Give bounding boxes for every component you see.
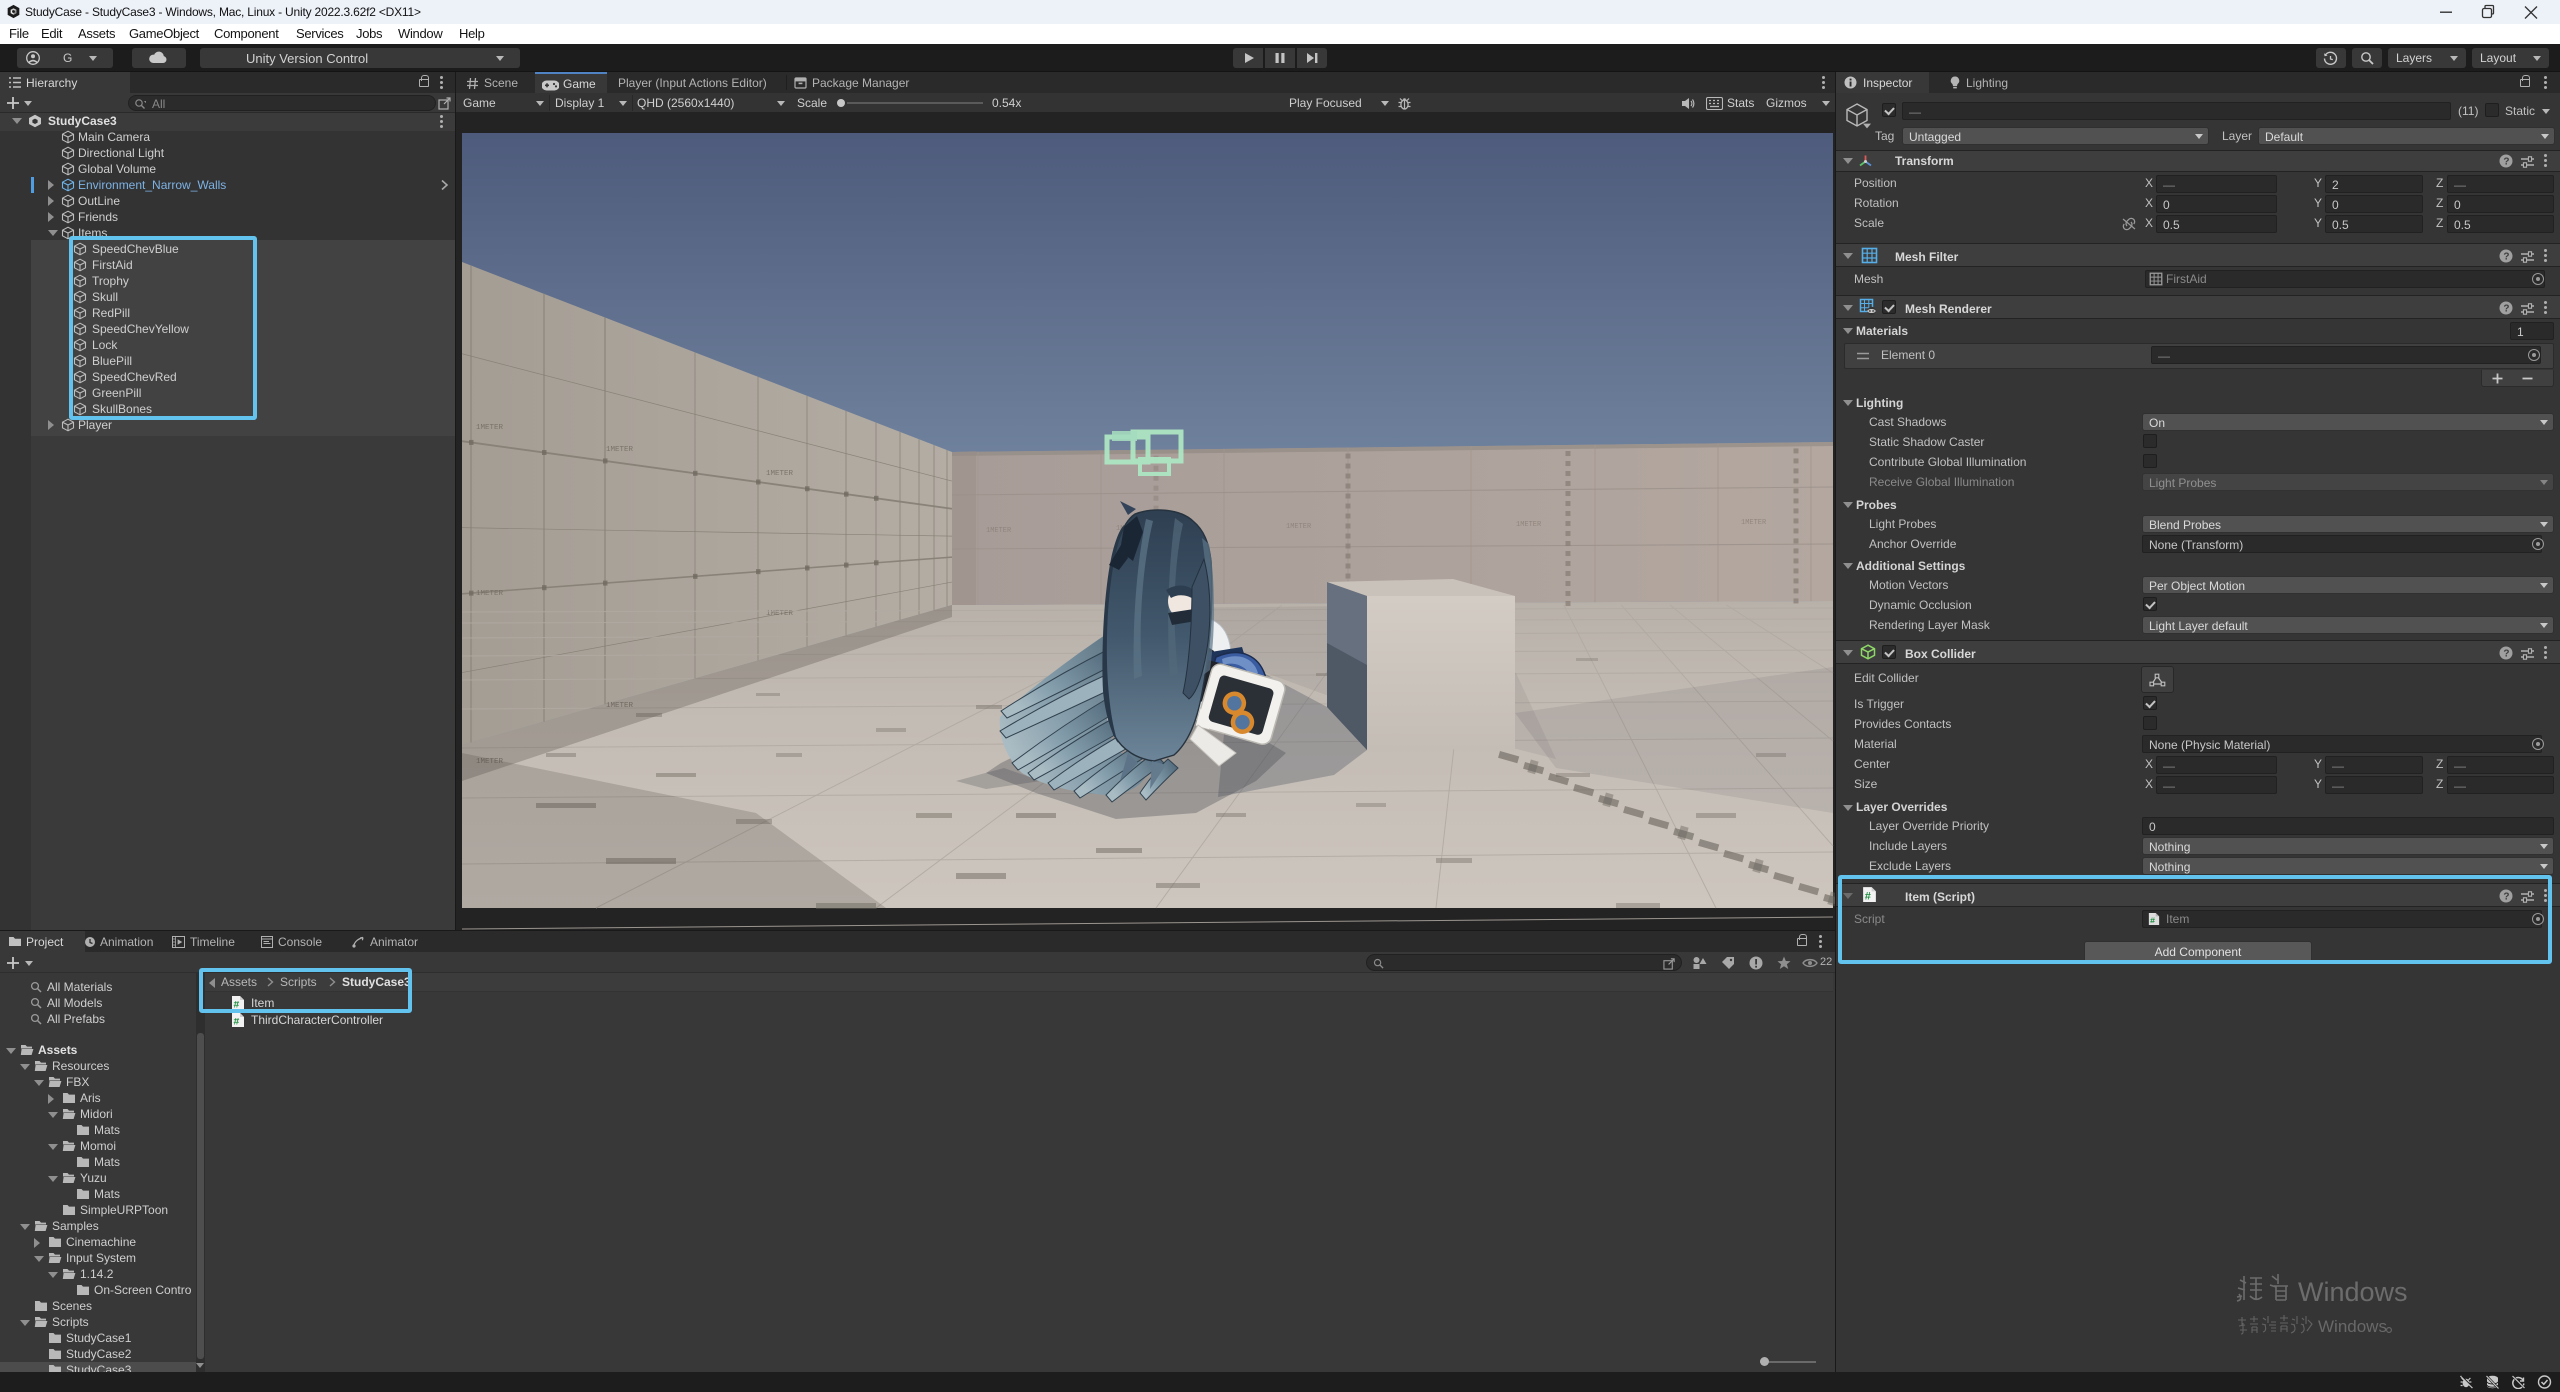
svg-text:Windows: Windows [2298, 1277, 2408, 1307]
svg-text:?: ? [2503, 648, 2509, 659]
svg-text:?: ? [2503, 303, 2509, 314]
svg-text:1METER: 1METER [1741, 519, 1767, 527]
svg-text:1METER: 1METER [476, 424, 504, 432]
svg-text:?: ? [2503, 251, 2509, 262]
svg-text:1METER: 1METER [476, 590, 504, 598]
svg-text:1METER: 1METER [606, 446, 634, 454]
svg-text:1METER: 1METER [766, 470, 794, 478]
svg-text:Windows: Windows [2318, 1317, 2387, 1336]
svg-text:?: ? [2503, 156, 2509, 167]
svg-text:#: # [233, 1018, 239, 1029]
svg-text:1METER: 1METER [1286, 523, 1312, 531]
svg-text:1METER: 1METER [986, 527, 1012, 535]
svg-text:1METER: 1METER [1516, 521, 1542, 529]
